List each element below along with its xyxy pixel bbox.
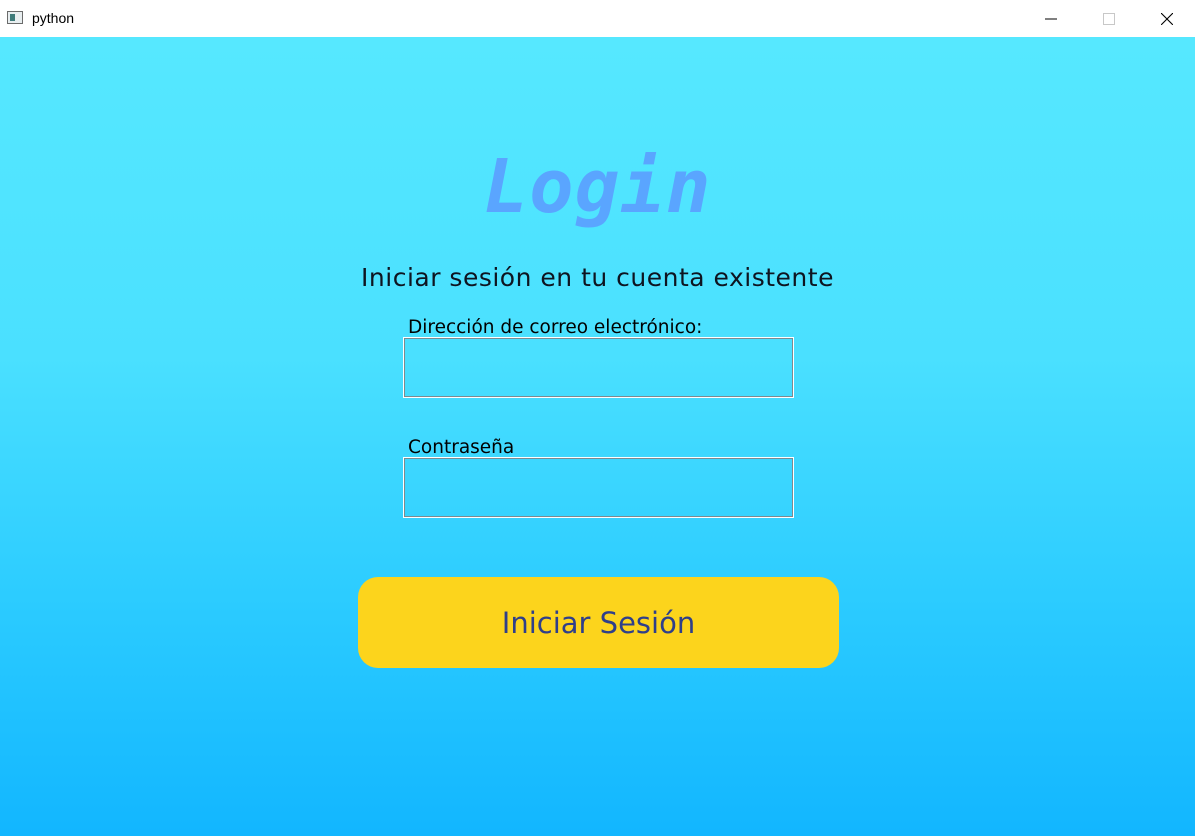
close-button[interactable] [1138,0,1195,37]
password-label: Contraseña [408,437,515,458]
window-title: python [32,10,75,26]
title-bar[interactable]: python [0,0,1195,37]
app-window: python Login Iniciar sesión en tu cuenta… [0,0,1195,836]
minimize-button[interactable] [1022,0,1080,37]
close-icon [1161,12,1173,25]
page-title: Login [483,144,712,230]
maximize-icon [1103,12,1115,25]
login-button[interactable]: Iniciar Sesión [358,577,839,668]
email-field[interactable] [403,337,794,398]
maximize-button[interactable] [1080,0,1138,37]
minimize-icon [1045,18,1057,19]
page-subtitle: Iniciar sesión en tu cuenta existente [361,263,834,292]
login-panel: Login Iniciar sesión en tu cuenta existe… [0,37,1195,836]
email-label: Dirección de correo electrónico: [408,317,703,338]
python-app-icon [7,11,23,24]
password-field[interactable] [403,457,794,518]
